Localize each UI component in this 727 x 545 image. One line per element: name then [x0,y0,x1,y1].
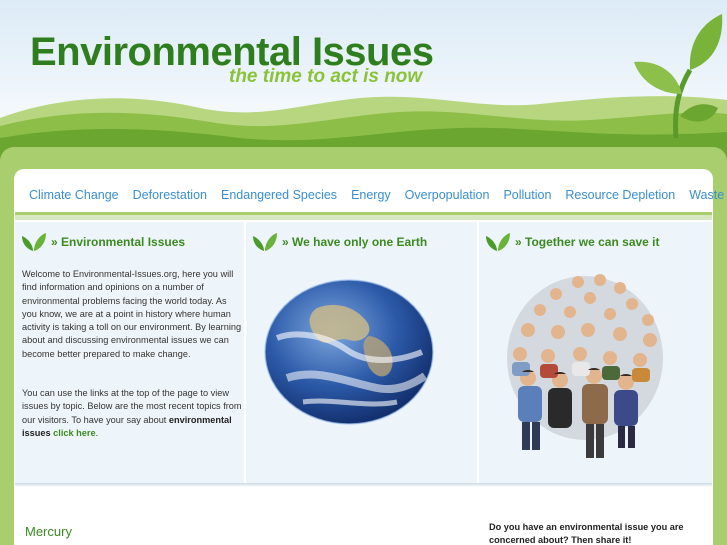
nav-waste[interactable]: Waste [689,188,724,202]
leaf-icon [486,233,510,251]
column-heading: » We have only one Earth [252,232,427,252]
column-environmental-issues: » Environmental Issues Welcome to Enviro… [15,222,246,484]
earth-globe-image [264,279,434,425]
columns-shadow [15,483,712,487]
nav-divider [15,212,712,220]
site-header: Environmental Issues the time to act is … [0,0,727,160]
nav-overpopulation[interactable]: Overpopulation [405,188,490,202]
crowd-of-people-image [507,274,663,458]
column-title: » We have only one Earth [282,235,428,249]
share-line-2: concerned about? Then share it! [489,535,632,545]
recent-topic-title[interactable]: Mercury [25,524,72,539]
column-title: » Environmental Issues [51,235,186,249]
nav-energy[interactable]: Energy [351,188,391,202]
site-tagline: the time to act is now [229,66,423,87]
share-prompt: Do you have an environmental issue you a… [489,521,689,545]
leaf-icon [253,233,277,251]
intro-paragraph: Welcome to Environmental-Issues.org, her… [22,269,242,359]
share-line-1: Do you have an environmental issue you a… [489,522,684,532]
column-title: » Together we can save it [515,235,660,249]
topic-nav: Climate Change Deforestation Endangered … [15,183,724,207]
leaf-icon [22,233,46,251]
howto-end: . [95,427,99,438]
nav-endangered-species[interactable]: Endangered Species [221,188,337,202]
nav-climate-change[interactable]: Climate Change [29,188,119,202]
sprout-logo-icon [634,14,723,139]
click-here-link[interactable]: click here [53,428,95,438]
column-heading: » Together we can save it [485,232,660,252]
nav-deforestation[interactable]: Deforestation [133,188,207,202]
nav-pollution[interactable]: Pollution [503,188,551,202]
nav-resource-depletion[interactable]: Resource Depletion [565,188,675,202]
intro-text: Welcome to Environmental-Issues.org, her… [22,268,242,440]
howto-paragraph: You can use the links at the top of the … [22,387,242,440]
column-heading: » Environmental Issues [21,232,185,252]
